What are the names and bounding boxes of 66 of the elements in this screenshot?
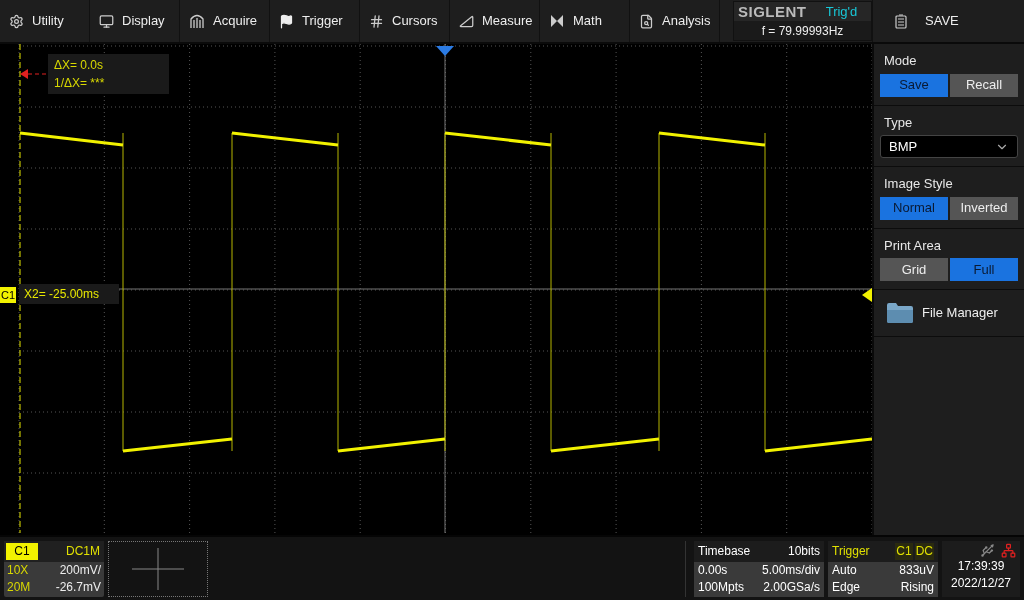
brand-logo: SIGLENT [734, 2, 812, 21]
sample-rate: 2.00GSa/s [763, 578, 820, 596]
trigger-position-marker [436, 46, 454, 56]
bowtie-icon [549, 13, 565, 29]
x2-readout: X2= -25.00ms [19, 284, 120, 304]
flag-icon [279, 13, 294, 29]
add-channel-slot[interactable] [108, 540, 208, 597]
arch-icon [189, 13, 205, 29]
menu-button[interactable]: Trigger [270, 0, 360, 42]
trigger-coupling: DC [914, 542, 934, 560]
frequency-readout: f = 79.99993Hz [734, 21, 871, 40]
timebase-scale: 5.00ms/div [761, 561, 820, 579]
clock-date: 2022/12/27 [950, 574, 1012, 592]
memory-depth: 100Mpts [698, 578, 745, 596]
panel-title: SAVE [925, 12, 959, 31]
trigger-mode: Auto [832, 561, 857, 579]
option-button[interactable]: Grid [880, 258, 948, 281]
timebase-title: Timebase [698, 542, 751, 560]
section-label: Type [883, 113, 914, 132]
menu-button[interactable]: Acquire [180, 0, 270, 42]
trigger-title: Trigger [832, 542, 871, 560]
monitor-icon [99, 13, 114, 29]
plus-icon [132, 547, 184, 590]
usb-icon [980, 542, 995, 558]
folder-icon [886, 302, 914, 324]
menu-button[interactable]: Math [540, 0, 630, 42]
trigger-level: 833uV [899, 561, 934, 579]
option-button[interactable]: Normal [880, 196, 948, 220]
ruler-icon [459, 13, 474, 29]
trigger-type: Edge [832, 578, 861, 596]
menu-button[interactable]: Measure [450, 0, 540, 42]
inverse-delta-readout: 1/ΔX= *** [54, 75, 106, 92]
menu-button[interactable]: Cursors [360, 0, 450, 42]
option-button[interactable]: Full [950, 258, 1018, 281]
option-button[interactable]: Inverted [950, 196, 1018, 220]
grid-icon [369, 13, 384, 29]
delta-x-readout: ΔX= 0.0s [54, 57, 105, 74]
clipboard-icon [895, 13, 907, 29]
scale-label: 200mV/ [59, 561, 101, 579]
bandwidth-label: 20M [7, 578, 31, 596]
bits-label: 10bits [787, 542, 820, 560]
trigger-status: Trig'd [812, 2, 871, 21]
section-label: Image Style [883, 175, 954, 193]
magnifier-icon [639, 13, 654, 29]
gear-icon [9, 13, 24, 29]
section-label: Mode [883, 52, 918, 70]
menu-button[interactable]: Utility [0, 0, 90, 42]
offset-label: -26.7mV [55, 578, 101, 596]
option-button[interactable]: Save [880, 73, 948, 97]
file-manager-button[interactable]: File Manager [874, 290, 1024, 337]
delay-label: 0.00s [698, 561, 728, 579]
trigger-panel[interactable]: Trigger C1 DC Auto 833uV Edge Rising [828, 540, 938, 597]
trigger-source: C1 [895, 542, 913, 560]
option-button[interactable]: Recall [950, 73, 1018, 97]
trigger-slope: Rising [900, 578, 934, 596]
section-label: Print Area [883, 236, 943, 255]
type-dropdown[interactable]: BMP [880, 135, 1018, 158]
probe-label: 10X [7, 561, 29, 579]
menu-button[interactable]: Display [90, 0, 180, 42]
clock-time: 17:39:39 [957, 557, 1005, 575]
menu-button[interactable]: Analysis [630, 0, 720, 42]
channel-info-panel[interactable]: C1 DC1M 10X 200mV/ 20M -26.7mV [4, 540, 104, 597]
timebase-panel[interactable]: Timebase 10bits 0.00s 5.00ms/div 100Mpts 2.00GSa/s [694, 540, 824, 597]
channel-marker: C1 [0, 287, 17, 303]
channel-label: C1 [6, 542, 38, 560]
coupling-label: DC1M [65, 542, 101, 560]
